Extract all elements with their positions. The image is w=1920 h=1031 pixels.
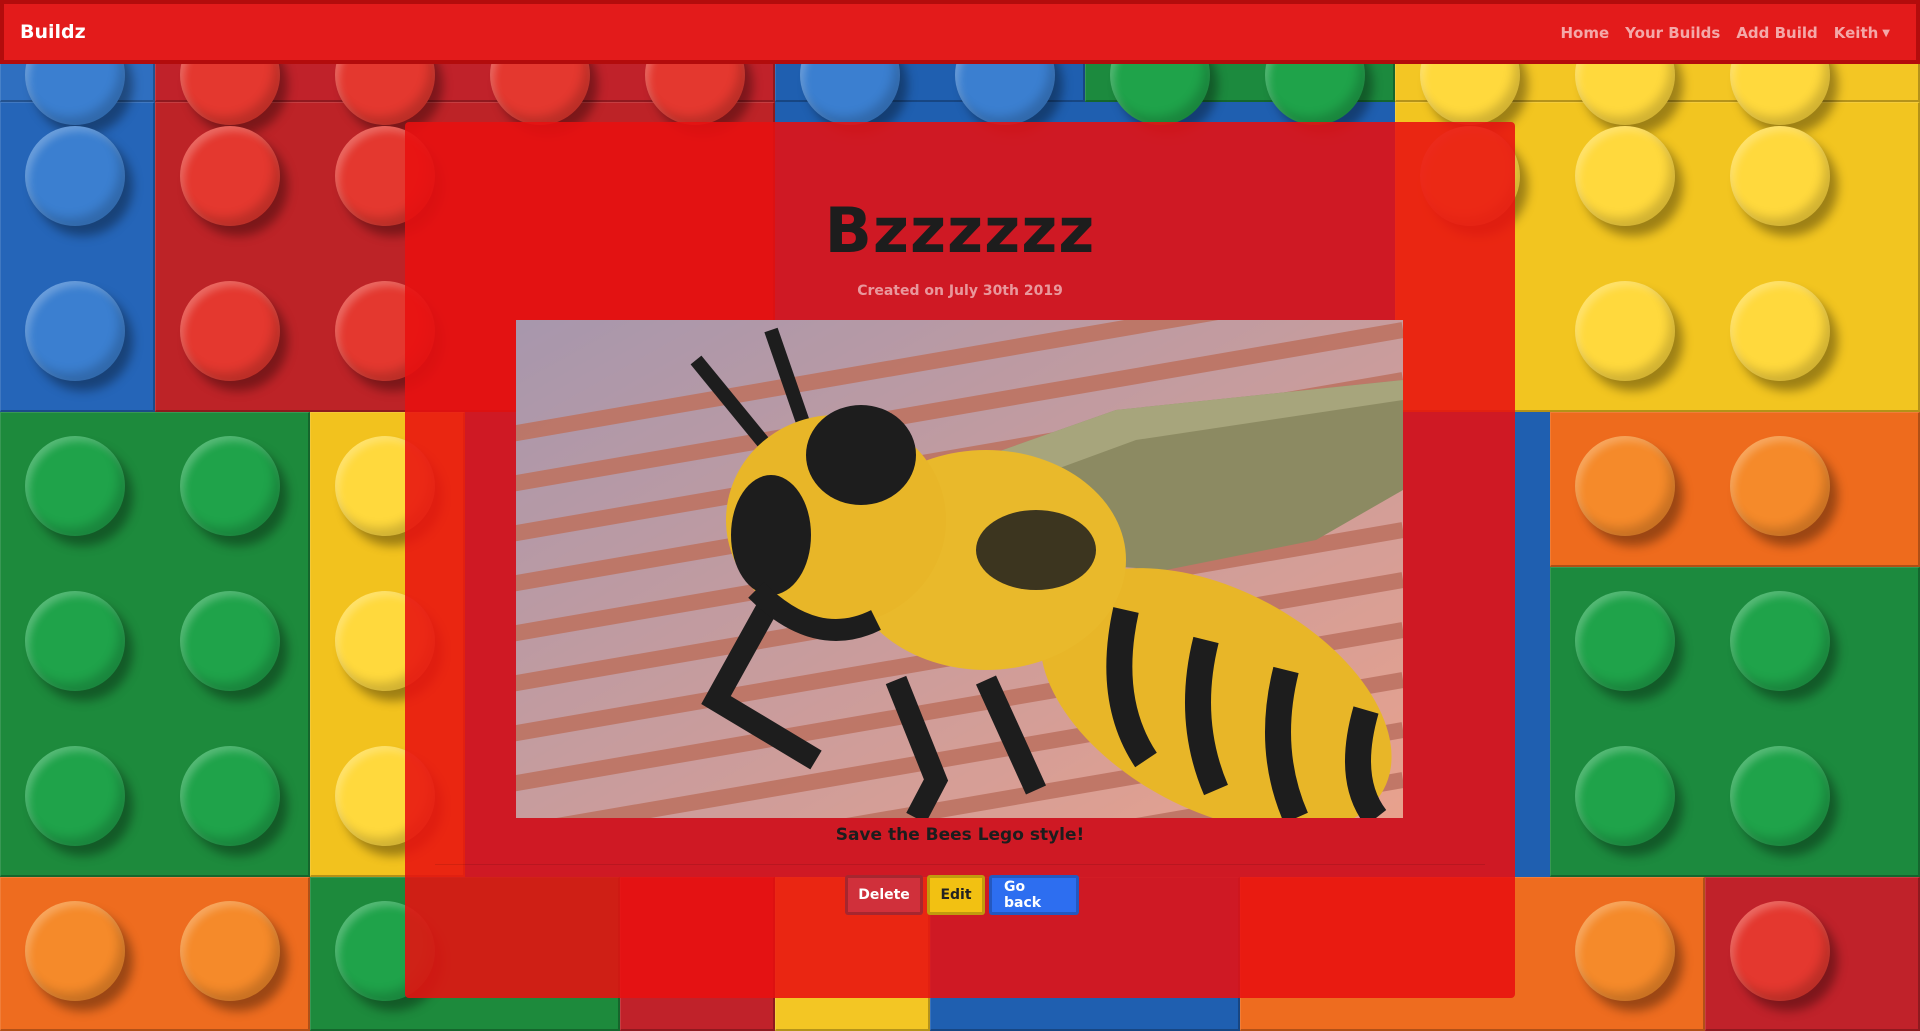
build-title: Bzzzzzz xyxy=(824,194,1096,267)
lego-stud xyxy=(1730,126,1830,226)
go-back-button[interactable]: Go back xyxy=(989,875,1079,915)
caret-down-icon: ▼ xyxy=(1882,28,1890,39)
action-buttons: Delete Edit Go back xyxy=(845,875,1079,915)
lego-stud xyxy=(1730,746,1830,846)
delete-button[interactable]: Delete xyxy=(845,875,923,915)
lego-stud xyxy=(1575,591,1675,691)
user-menu-label: Keith xyxy=(1833,24,1879,42)
build-photo xyxy=(516,320,1403,818)
nav-link-home[interactable]: Home xyxy=(1560,24,1609,42)
lego-stud xyxy=(1575,281,1675,381)
user-menu-dropdown[interactable]: Keith ▼ xyxy=(1834,24,1890,42)
lego-stud xyxy=(1575,436,1675,536)
lego-stud xyxy=(1730,281,1830,381)
lego-stud xyxy=(25,901,125,1001)
lego-stud xyxy=(180,746,280,846)
lego-stud xyxy=(25,746,125,846)
lego-bee-image xyxy=(516,320,1403,818)
lego-stud xyxy=(180,436,280,536)
lego-stud xyxy=(25,436,125,536)
lego-stud xyxy=(1730,591,1830,691)
build-description: Save the Bees Lego style! xyxy=(835,825,1085,845)
lego-stud xyxy=(1575,746,1675,846)
lego-stud xyxy=(1575,901,1675,1001)
divider xyxy=(435,864,1485,865)
edit-button[interactable]: Edit xyxy=(927,875,985,915)
lego-stud xyxy=(25,126,125,226)
nav-link-your-builds[interactable]: Your Builds xyxy=(1625,24,1720,42)
lego-stud xyxy=(25,591,125,691)
lego-stud xyxy=(25,281,125,381)
lego-stud xyxy=(180,281,280,381)
lego-stud xyxy=(180,126,280,226)
lego-stud xyxy=(1575,126,1675,226)
nav-link-add-build[interactable]: Add Build xyxy=(1736,24,1817,42)
brand-logo[interactable]: Buildz xyxy=(20,21,86,43)
navbar: Buildz Home Your Builds Add Build Keith ▼ xyxy=(0,0,1920,64)
lego-stud xyxy=(180,591,280,691)
lego-stud xyxy=(1730,901,1830,1001)
build-created-date: Created on July 30th 2019 xyxy=(857,283,1063,299)
nav-links: Home Your Builds Add Build Keith ▼ xyxy=(1560,24,1890,42)
build-card: Bzzzzzz Created on July 30th 2019 Save t… xyxy=(405,122,1515,998)
lego-stud xyxy=(180,901,280,1001)
lego-stud xyxy=(1730,436,1830,536)
